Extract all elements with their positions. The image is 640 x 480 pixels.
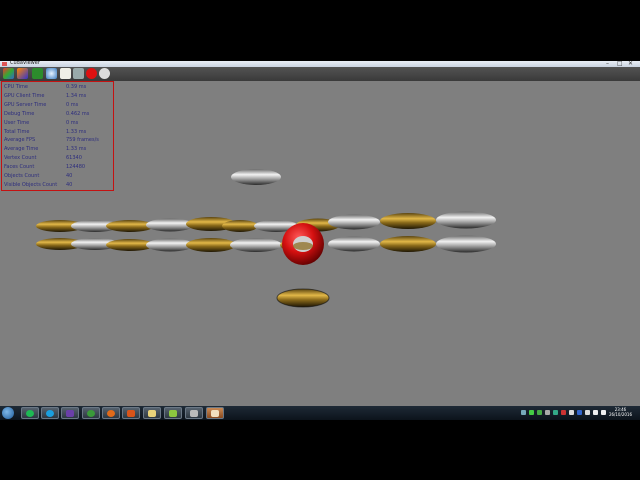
monitor-icon[interactable] — [73, 68, 84, 79]
torus-gold — [186, 238, 236, 252]
start-button[interactable] — [2, 407, 14, 419]
stat-label: GPU Client Time — [4, 92, 45, 99]
toolbar — [0, 67, 640, 81]
notepad-icon[interactable] — [164, 407, 182, 419]
stat-label: Average Time — [4, 146, 39, 153]
clock-date: 26/10/2016 — [608, 412, 632, 417]
stat-value: 1.33 ms — [66, 146, 87, 153]
skype-icon[interactable] — [41, 407, 59, 419]
stats-panel: CPU Time 0.39 ms GPU Client Time 1.34 ms GPU… — [1, 81, 114, 191]
stat-value: 0 ms — [66, 101, 79, 108]
torus-red-hole-inner — [293, 242, 313, 250]
torus-silver — [328, 214, 380, 230]
tools-icon[interactable] — [185, 407, 203, 419]
app-icon — [2, 62, 7, 66]
matlab-icon[interactable] — [122, 407, 140, 419]
stat-label: Visible Objects Count — [4, 181, 58, 188]
stat-label: User Time — [4, 119, 30, 126]
torus-silver — [328, 236, 380, 252]
stat-label: Total Time — [4, 128, 30, 135]
stat-value: 759 frames/s — [66, 137, 99, 144]
stat-value: 40 — [66, 181, 73, 188]
stat-value: 40 — [66, 173, 73, 179]
tray-icon[interactable] — [553, 410, 558, 415]
firefox-icon[interactable] — [102, 407, 120, 419]
window-title: CudaViewer — [10, 60, 40, 66]
stat-value: 0.39 ms — [66, 84, 87, 90]
tray-icon[interactable] — [529, 410, 534, 415]
render-viewport[interactable]: CPU Time 0.39 ms GPU Client Time 1.34 ms GPU… — [0, 81, 640, 406]
tray-icon[interactable] — [569, 410, 574, 415]
palette-icon[interactable] — [17, 68, 28, 79]
torus-gold — [222, 220, 258, 232]
cuda-viewer-icon[interactable] — [206, 407, 224, 419]
stat-value: 1.33 ms — [66, 128, 87, 135]
stat-value: 1.34 ms — [66, 92, 87, 99]
tray-icon[interactable] — [577, 410, 582, 415]
tray-icon[interactable] — [537, 410, 542, 415]
torus-gold — [380, 213, 436, 229]
desktop-screen: CudaViewer – □ ✕ CPU Time 0.39 ms GPU Cl… — [0, 60, 640, 420]
stat-label: CPU Time — [4, 84, 28, 90]
stat-value: 124480 — [66, 164, 86, 171]
torus-silver — [436, 211, 496, 229]
volume-icon[interactable] — [601, 410, 606, 415]
tray-icon[interactable] — [545, 410, 550, 415]
stat-label: Objects Count — [4, 173, 40, 179]
stat-label: Faces Count — [4, 164, 35, 171]
files-icon[interactable] — [143, 407, 161, 419]
info-icon[interactable] — [99, 68, 110, 79]
document-icon[interactable] — [60, 68, 71, 79]
tray-icon[interactable] — [585, 410, 590, 415]
scene-icon[interactable] — [3, 68, 14, 79]
torus-silver-floating — [231, 169, 281, 185]
stat-value: 0.462 ms — [66, 110, 90, 117]
network-icon[interactable] — [593, 410, 598, 415]
stat-label: Average FPS — [4, 137, 36, 144]
stat-label: Debug Time — [4, 110, 35, 117]
stat-value: 61340 — [66, 155, 82, 162]
visual-studio-icon[interactable] — [61, 407, 79, 419]
system-clock[interactable]: 23:46 26/10/2016 — [609, 407, 632, 417]
taskbar: 23:46 26/10/2016 — [0, 406, 640, 420]
shield-icon[interactable] — [46, 68, 57, 79]
spotify-icon[interactable] — [21, 407, 39, 419]
tray-icon[interactable] — [521, 410, 526, 415]
stat-label: GPU Server Time — [4, 101, 47, 108]
torus-gold — [380, 236, 436, 252]
chart-icon[interactable] — [32, 68, 43, 79]
tray-icon[interactable] — [561, 410, 566, 415]
torus-silver — [230, 238, 282, 252]
stat-value: 0 ms — [66, 119, 79, 126]
torus-silver — [436, 235, 496, 253]
stat-label: Vertex Count — [4, 155, 37, 162]
xbox-icon[interactable] — [82, 407, 100, 419]
stop-icon[interactable] — [86, 68, 97, 79]
